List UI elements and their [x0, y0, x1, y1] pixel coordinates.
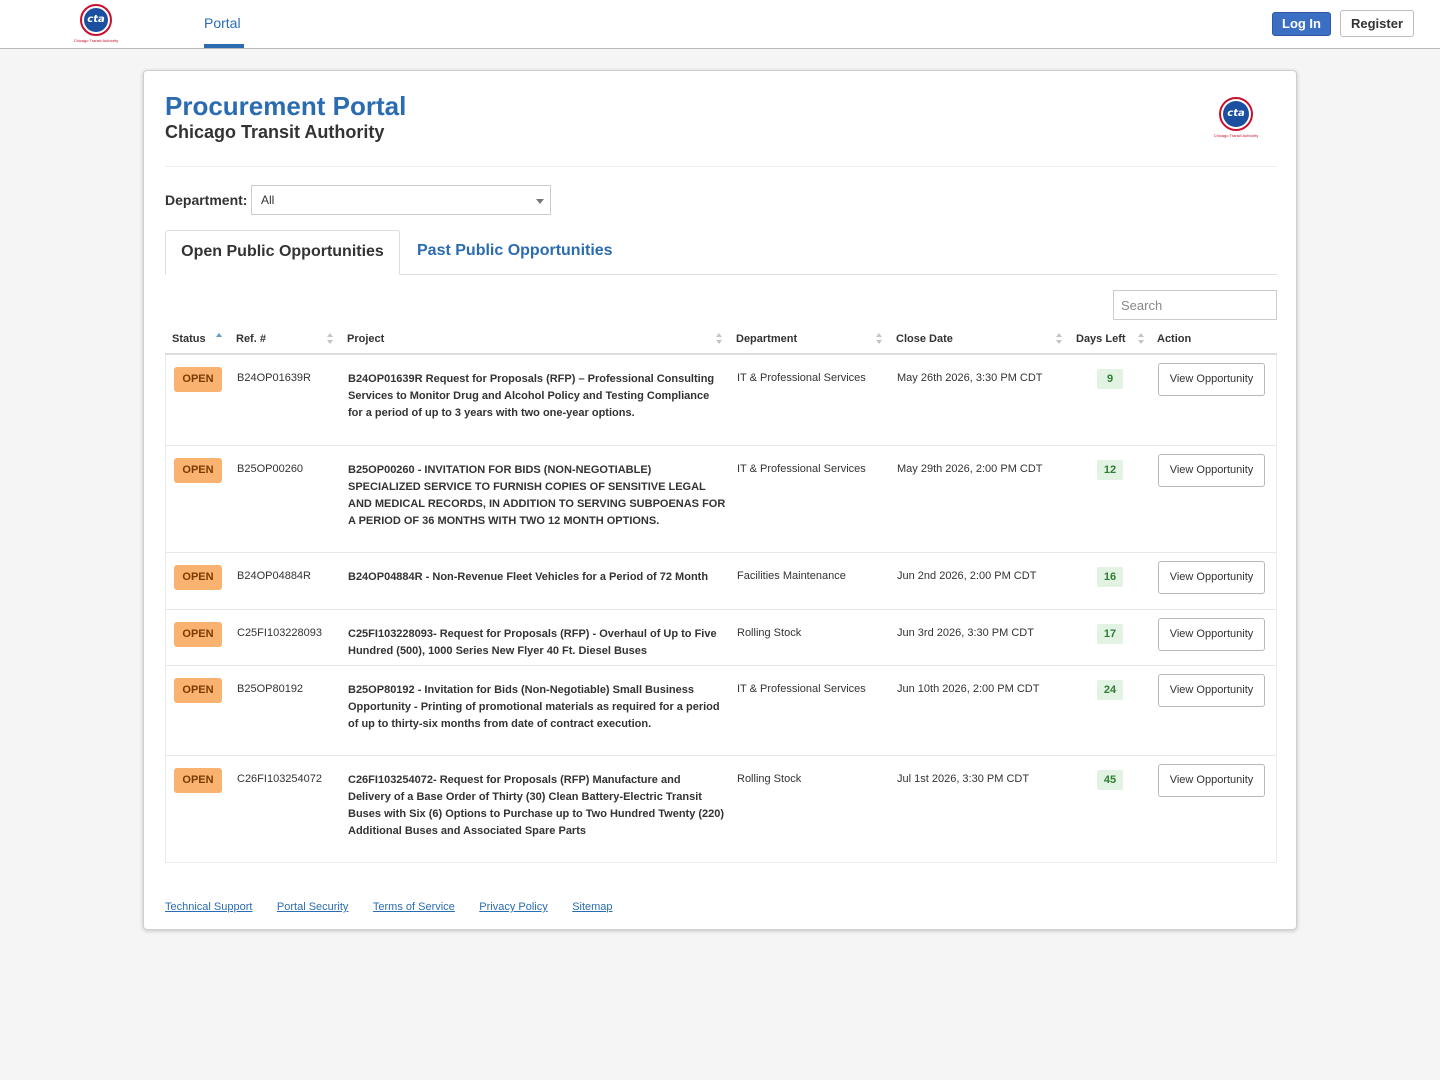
header-divider [165, 166, 1277, 167]
register-button[interactable]: Register [1340, 10, 1414, 37]
footer-link-privacy-policy[interactable]: Privacy Policy [479, 901, 547, 913]
project-title: B24OP01639R Request for Proposals (RFP) … [348, 373, 715, 419]
cta-logo-caption: Chicago Transit Authority [1213, 133, 1259, 138]
footer-links: Technical Support Portal Security Terms … [165, 897, 633, 915]
days-left-badge: 9 [1097, 369, 1123, 389]
table-row: OPEN B24OP04884R B24OP04884R - Non-Reven… [166, 553, 1276, 610]
department-cell: IT & Professional Services [737, 683, 866, 695]
cta-logo-icon: cta [1219, 97, 1253, 131]
ref-number: B25OP00260 [237, 463, 304, 475]
days-left-badge: 24 [1097, 680, 1123, 700]
project-title: B25OP00260 - INVITATION FOR BIDS (NON-NE… [348, 464, 726, 527]
ref-number: B25OP80192 [237, 683, 304, 695]
table-body: OPEN B24OP01639R B24OP01639R Request for… [165, 355, 1277, 863]
cta-logo-text: cta [1223, 101, 1249, 127]
view-opportunity-button[interactable]: View Opportunity [1158, 618, 1265, 651]
days-left-badge: 16 [1097, 567, 1123, 587]
view-opportunity-button[interactable]: View Opportunity [1158, 454, 1265, 487]
close-date-cell: May 29th 2026, 2:00 PM CDT [897, 463, 1043, 475]
table-row: OPEN C26FI103254072 C26FI103254072- Requ… [166, 756, 1276, 862]
tab-past-opportunities[interactable]: Past Public Opportunities [417, 230, 613, 275]
view-opportunity-button[interactable]: View Opportunity [1158, 363, 1265, 396]
nav-portal-link[interactable]: Portal [204, 15, 241, 31]
department-cell: Facilities Maintenance [737, 570, 846, 582]
column-header-ref[interactable]: Ref. # [236, 333, 266, 345]
days-left-badge: 45 [1097, 770, 1123, 790]
chevron-down-icon [536, 199, 544, 204]
column-header-action: Action [1157, 333, 1192, 345]
cta-logo-text: cta [84, 8, 108, 32]
department-label: Department: [165, 192, 248, 208]
ref-number: C26FI103254072 [237, 773, 323, 785]
project-title: C26FI103254072- Request for Proposals (R… [348, 774, 725, 837]
cta-logo-caption: Chicago Transit Authority [73, 38, 119, 43]
view-opportunity-button[interactable]: View Opportunity [1158, 561, 1265, 594]
column-header-days-left[interactable]: Days Left [1076, 333, 1126, 345]
page-title: Procurement Portal [165, 91, 407, 121]
department-selected-value: All [261, 193, 275, 207]
status-badge: OPEN [174, 768, 222, 793]
sort-icon[interactable] [716, 333, 722, 347]
footer-link-terms-of-service[interactable]: Terms of Service [373, 901, 455, 913]
tab-open-opportunities[interactable]: Open Public Opportunities [165, 230, 400, 275]
procurement-card: Procurement Portal Chicago Transit Autho… [143, 70, 1297, 930]
table-row: OPEN B25OP80192 B25OP80192 - Invitation … [166, 666, 1276, 756]
column-header-department[interactable]: Department [736, 333, 797, 345]
status-badge: OPEN [174, 622, 222, 647]
department-cell: IT & Professional Services [737, 463, 866, 475]
card-cta-logo: cta Chicago Transit Authority [1200, 97, 1272, 141]
view-opportunity-button[interactable]: View Opportunity [1158, 674, 1265, 707]
status-badge: OPEN [174, 367, 222, 392]
close-date-cell: May 26th 2026, 3:30 PM CDT [897, 372, 1043, 384]
project-title: B25OP80192 - Invitation for Bids (Non-Ne… [348, 684, 720, 730]
nav-active-indicator [204, 44, 244, 48]
search-input[interactable] [1113, 290, 1277, 320]
footer-link-portal-security[interactable]: Portal Security [277, 901, 349, 913]
days-left-badge: 17 [1097, 624, 1123, 644]
table-header: Status Ref. # Project Department Close D… [165, 325, 1277, 355]
status-badge: OPEN [174, 458, 222, 483]
sort-icon[interactable] [1138, 333, 1144, 347]
close-date-cell: Jun 3rd 2026, 3:30 PM CDT [897, 627, 1034, 639]
project-title: C25FI103228093- Request for Proposals (R… [348, 628, 717, 657]
close-date-cell: Jun 10th 2026, 2:00 PM CDT [897, 683, 1040, 695]
close-date-cell: Jun 2nd 2026, 2:00 PM CDT [897, 570, 1037, 582]
view-opportunity-button[interactable]: View Opportunity [1158, 764, 1265, 797]
opportunities-table: Status Ref. # Project Department Close D… [165, 325, 1277, 863]
status-badge: OPEN [174, 678, 222, 703]
sort-asc-icon[interactable] [216, 333, 222, 347]
close-date-cell: Jul 1st 2026, 3:30 PM CDT [897, 773, 1030, 785]
login-button[interactable]: Log In [1272, 12, 1331, 36]
department-select[interactable]: All [251, 185, 551, 215]
footer-link-technical-support[interactable]: Technical Support [165, 901, 252, 913]
ref-number: C25FI103228093 [237, 627, 323, 639]
sort-icon[interactable] [327, 333, 333, 347]
table-row: OPEN B24OP01639R B24OP01639R Request for… [166, 355, 1276, 446]
sort-icon[interactable] [1056, 333, 1062, 347]
column-header-close-date[interactable]: Close Date [896, 333, 953, 345]
cta-logo[interactable]: cta Chicago Transit Authority [60, 4, 132, 44]
column-header-project[interactable]: Project [347, 333, 384, 345]
project-title: B24OP04884R - Non-Revenue Fleet Vehicles… [348, 571, 709, 583]
table-row: OPEN B25OP00260 B25OP00260 - INVITATION … [166, 446, 1276, 553]
footer-link-sitemap[interactable]: Sitemap [572, 901, 612, 913]
days-left-badge: 12 [1097, 460, 1123, 480]
department-cell: Rolling Stock [737, 773, 802, 785]
cta-logo-icon: cta [80, 4, 112, 36]
department-cell: Rolling Stock [737, 627, 802, 639]
ref-number: B24OP01639R [237, 372, 311, 384]
page-subtitle: Chicago Transit Authority [165, 122, 385, 142]
column-header-status[interactable]: Status [172, 333, 206, 345]
department-cell: IT & Professional Services [737, 372, 866, 384]
status-badge: OPEN [174, 565, 222, 590]
table-row: OPEN C25FI103228093 C25FI103228093- Requ… [166, 610, 1276, 666]
top-nav-bar: cta Chicago Transit Authority Portal Log… [0, 0, 1440, 49]
sort-icon[interactable] [876, 333, 882, 347]
ref-number: B24OP04884R [237, 570, 311, 582]
